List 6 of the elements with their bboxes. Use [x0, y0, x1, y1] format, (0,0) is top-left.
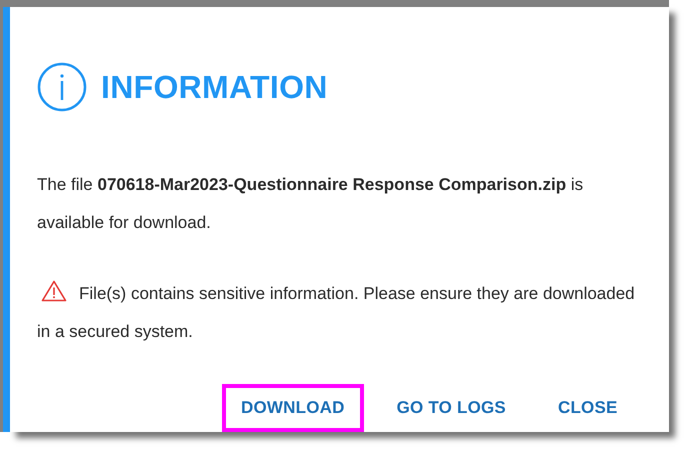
dialog-title: INFORMATION	[101, 68, 328, 106]
warning-message: File(s) contains sensitive information. Please ensure they are downloaded in a secured system.	[37, 275, 637, 351]
dialog-button[interactable]: DOWNLOAD	[222, 384, 364, 432]
info-icon	[37, 62, 87, 112]
download-message: The file 070618-Mar2023-Questionnaire Response Comparison.zip is available for download.	[37, 174, 584, 234]
warning-icon	[41, 280, 67, 302]
